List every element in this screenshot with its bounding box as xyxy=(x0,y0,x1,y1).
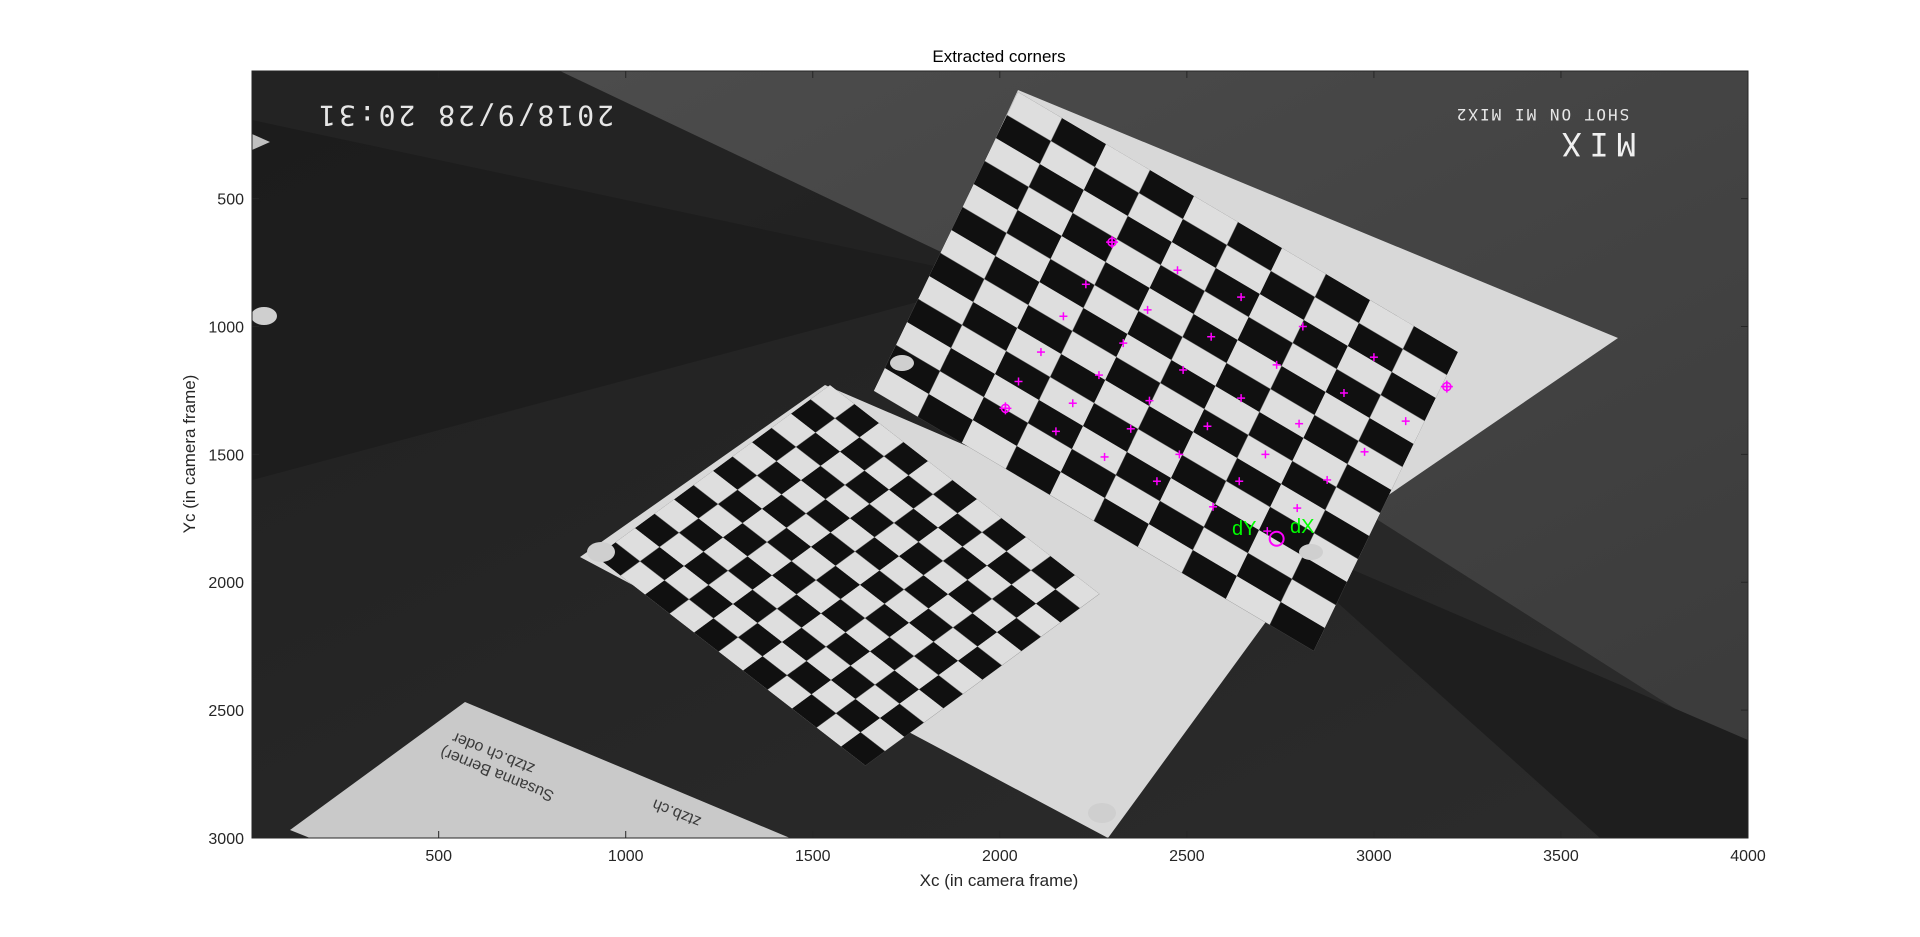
camera-image: Susanna Berner) ztzb.ch oder ztzb.ch 201… xyxy=(252,71,1748,838)
y-tick-label: 2500 xyxy=(208,703,244,720)
dx-label: dX xyxy=(1290,516,1314,538)
x-tick-label: 1000 xyxy=(608,848,644,865)
x-tick-label: 3500 xyxy=(1543,848,1579,865)
y-tick-label: 1000 xyxy=(208,319,244,336)
pin xyxy=(1299,544,1323,560)
x-tick-label: 1500 xyxy=(795,848,831,865)
y-tick-label: 1500 xyxy=(208,447,244,464)
pin xyxy=(252,307,277,325)
pin xyxy=(1088,803,1116,823)
x-tick-label: 2000 xyxy=(982,848,1018,865)
x-tick-label: 4000 xyxy=(1730,848,1766,865)
camera-brand-logo: MIX xyxy=(1554,125,1636,163)
y-axis-label: Yc (in camera frame) xyxy=(180,375,199,534)
figure-title: Extracted corners xyxy=(932,47,1065,66)
x-axis-label: Xc (in camera frame) xyxy=(920,871,1079,890)
x-tick-label: 2500 xyxy=(1169,848,1205,865)
y-tick-label: 500 xyxy=(217,192,244,209)
pin xyxy=(890,355,914,371)
camera-timestamp: 2018/9/28 20:31 xyxy=(316,99,614,132)
figure-canvas: Extracted corners Susanna Berner) ztzb.c… xyxy=(180,47,1766,890)
x-tick-label: 500 xyxy=(425,848,452,865)
dy-label: dY xyxy=(1232,518,1256,540)
y-tick-label: 3000 xyxy=(208,831,244,848)
x-tick-label: 3000 xyxy=(1356,848,1392,865)
camera-shot-on: SHOT ON MI MIX2 xyxy=(1455,105,1630,124)
y-tick-label: 2000 xyxy=(208,575,244,592)
pin xyxy=(587,542,615,562)
